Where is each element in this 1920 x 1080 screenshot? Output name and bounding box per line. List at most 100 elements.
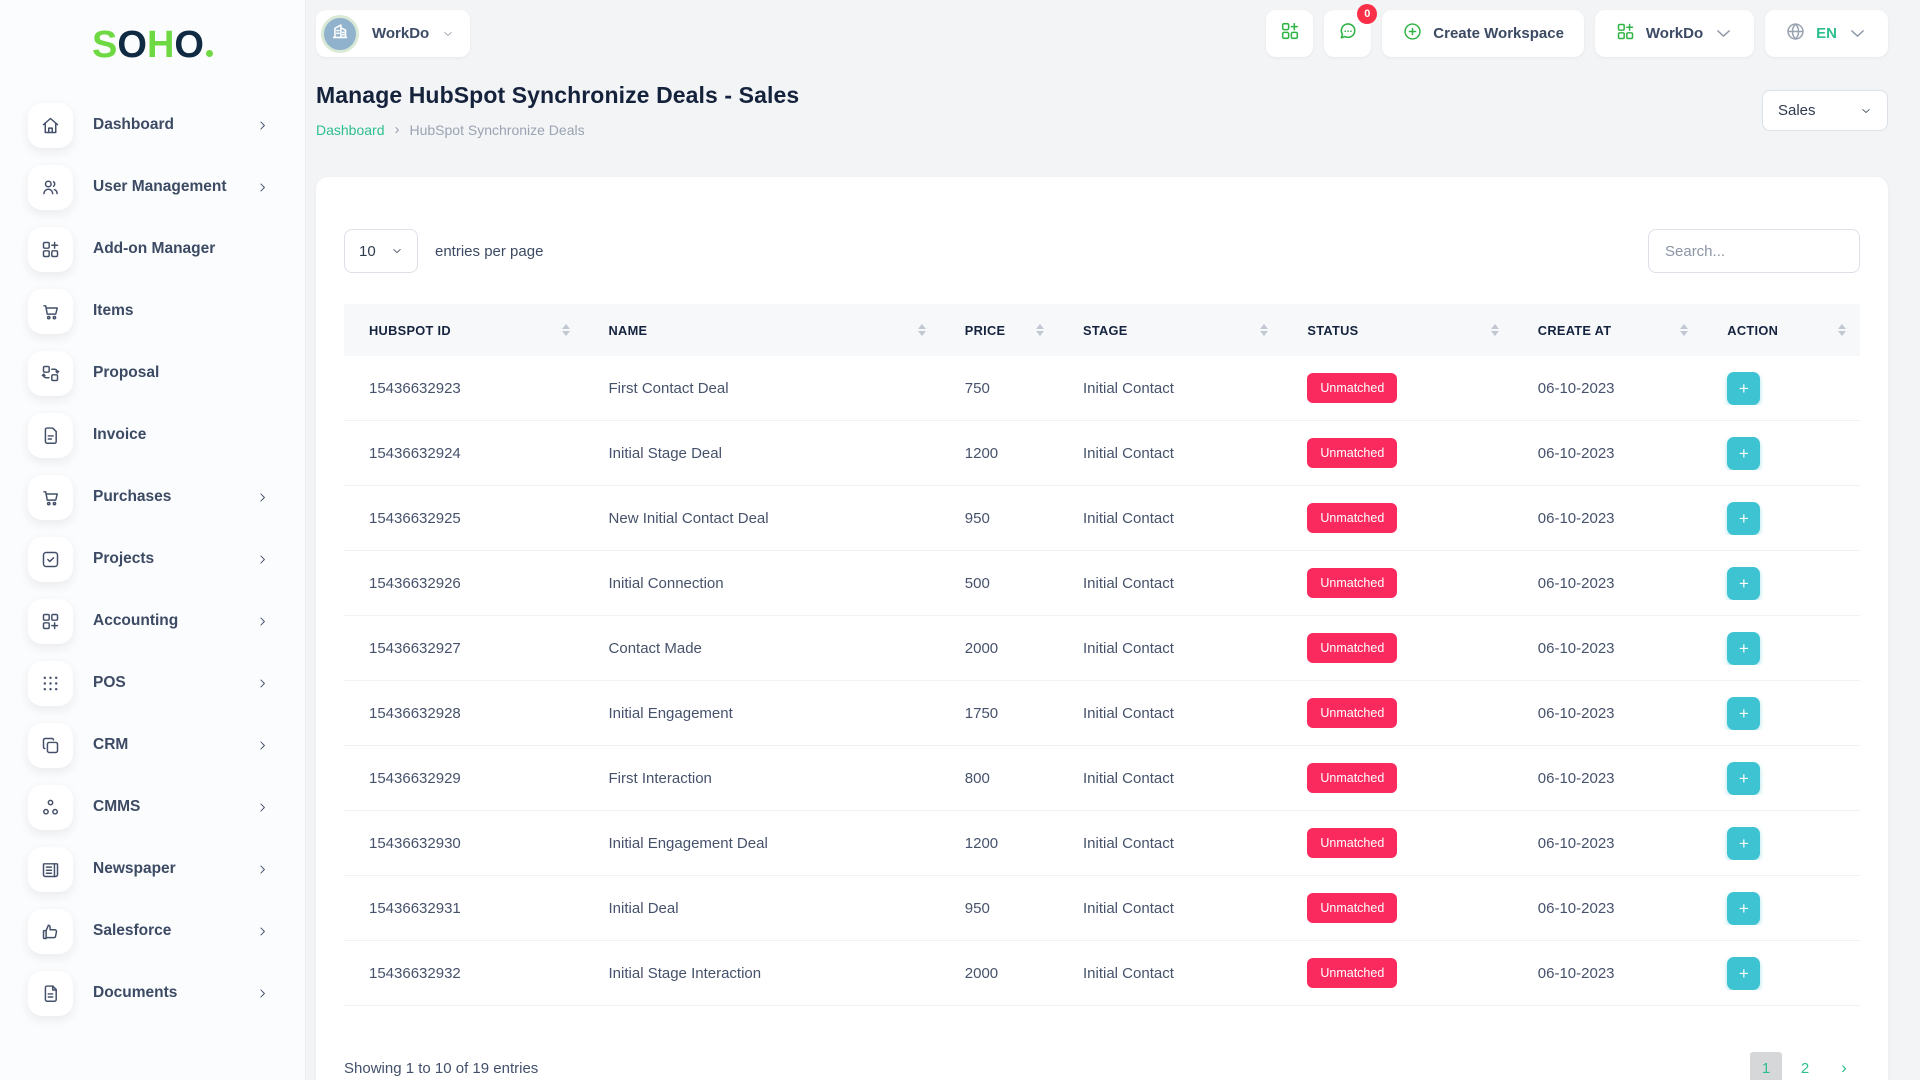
- invoice-file-icon: [28, 413, 73, 458]
- table-header-row: HUBSPOT ID NAME PRICE STAGE STATUS CREAT…: [344, 304, 1860, 356]
- cell-action: +: [1702, 762, 1860, 795]
- chevron-down-icon: [1860, 105, 1872, 117]
- cell-price: 1200: [940, 445, 1058, 462]
- soho-logo: SOHO: [0, 0, 305, 82]
- cell-status: Unmatched: [1282, 763, 1512, 793]
- module-select[interactable]: Sales: [1762, 90, 1888, 131]
- table-row: 15436632925 New Initial Contact Deal 950…: [344, 486, 1860, 551]
- entries-per-page-select[interactable]: 10: [344, 229, 418, 273]
- sidebar-item[interactable]: Projects: [0, 528, 305, 590]
- cell-name: First Interaction: [584, 770, 940, 787]
- add-deal-button[interactable]: +: [1727, 632, 1760, 665]
- column-header-name[interactable]: NAME: [584, 323, 940, 338]
- column-header-price[interactable]: PRICE: [940, 323, 1058, 338]
- cell-create-at: 06-10-2023: [1513, 900, 1703, 917]
- sidebar-item-label: Salesforce: [93, 922, 256, 940]
- cell-name: Initial Engagement Deal: [584, 835, 940, 852]
- sidebar-item[interactable]: User Management: [0, 156, 305, 218]
- entries-summary: Showing 1 to 10 of 19 entries: [344, 1060, 538, 1077]
- sidebar-item-label: Add-on Manager: [93, 240, 256, 258]
- column-header-stage[interactable]: STAGE: [1058, 323, 1282, 338]
- logo-letter: O: [117, 26, 147, 64]
- sidebar-item[interactable]: Add-on Manager: [0, 218, 305, 280]
- plus-circle-icon: [1402, 21, 1423, 47]
- cart-icon: [28, 475, 73, 520]
- next-page-button[interactable]: ›: [1828, 1052, 1860, 1080]
- breadcrumb: Dashboard › HubSpot Synchronize Deals: [316, 121, 799, 138]
- create-workspace-button[interactable]: Create Workspace: [1382, 10, 1584, 57]
- status-badge: Unmatched: [1307, 958, 1397, 988]
- status-badge: Unmatched: [1307, 503, 1397, 533]
- status-badge: Unmatched: [1307, 568, 1397, 598]
- language-dropdown[interactable]: EN: [1765, 10, 1888, 57]
- cell-name: Initial Connection: [584, 575, 940, 592]
- column-header-action[interactable]: ACTION: [1702, 323, 1860, 338]
- sidebar-item[interactable]: Items: [0, 280, 305, 342]
- page-button-1[interactable]: 1: [1750, 1052, 1782, 1080]
- add-deal-button[interactable]: +: [1727, 827, 1760, 860]
- cell-name: Initial Deal: [584, 900, 940, 917]
- sidebar-item[interactable]: CMMS: [0, 776, 305, 838]
- sidebar-item[interactable]: Dashboard: [0, 94, 305, 156]
- deals-card: 10 entries per page HUBSPOT ID NAME PRIC…: [316, 177, 1888, 1080]
- column-header-create-at[interactable]: CREATE AT: [1513, 323, 1703, 338]
- column-header-status[interactable]: STATUS: [1282, 323, 1512, 338]
- table-footer: Showing 1 to 10 of 19 entries 1 2 ›: [344, 1052, 1860, 1080]
- cell-name: Initial Stage Deal: [584, 445, 940, 462]
- sidebar-item[interactable]: Invoice: [0, 404, 305, 466]
- add-deal-button[interactable]: +: [1727, 567, 1760, 600]
- add-deal-button[interactable]: +: [1727, 437, 1760, 470]
- home-icon: [28, 103, 73, 148]
- chevron-right-icon: [256, 925, 269, 938]
- add-deal-button[interactable]: +: [1727, 762, 1760, 795]
- add-deal-button[interactable]: +: [1727, 697, 1760, 730]
- sidebar-item[interactable]: Purchases: [0, 466, 305, 528]
- cell-create-at: 06-10-2023: [1513, 770, 1703, 787]
- cell-action: +: [1702, 697, 1860, 730]
- cell-stage: Initial Contact: [1058, 640, 1282, 657]
- add-deal-button[interactable]: +: [1727, 957, 1760, 990]
- add-deal-button[interactable]: +: [1727, 372, 1760, 405]
- grid-plus-icon: [28, 227, 73, 272]
- topbar: WorkDo 0 Create Workspace WorkDo E: [316, 10, 1888, 57]
- sort-icon: [1036, 324, 1044, 337]
- chevron-right-icon: [256, 863, 269, 876]
- workspace-name: WorkDo: [372, 25, 429, 42]
- sidebar-item[interactable]: Newspaper: [0, 838, 305, 900]
- sidebar-item[interactable]: POS: [0, 652, 305, 714]
- chevron-right-icon: [256, 615, 269, 628]
- workspace-switcher[interactable]: WorkDo: [316, 10, 470, 57]
- sidebar-item[interactable]: CRM: [0, 714, 305, 776]
- status-badge: Unmatched: [1307, 763, 1397, 793]
- table-row: 15436632928 Initial Engagement 1750 Init…: [344, 681, 1860, 746]
- table-body: 15436632923 First Contact Deal 750 Initi…: [344, 356, 1860, 1006]
- cell-hubspot-id: 15436632923: [344, 380, 584, 397]
- cart-icon: [28, 289, 73, 334]
- apps-button[interactable]: [1266, 10, 1313, 57]
- sidebar-item[interactable]: Documents: [0, 962, 305, 1024]
- messages-button[interactable]: 0: [1324, 10, 1371, 57]
- breadcrumb-dashboard-link[interactable]: Dashboard: [316, 122, 385, 138]
- sidebar-item[interactable]: Salesforce: [0, 900, 305, 962]
- sidebar-item-label: Proposal: [93, 364, 256, 382]
- add-deal-button[interactable]: +: [1727, 892, 1760, 925]
- add-deal-button[interactable]: +: [1727, 502, 1760, 535]
- cell-name: New Initial Contact Deal: [584, 510, 940, 527]
- grid-add-icon: [28, 599, 73, 644]
- table-row: 15436632929 First Interaction 800 Initia…: [344, 746, 1860, 811]
- column-header-hubspot-id[interactable]: HUBSPOT ID: [344, 323, 584, 338]
- sidebar-item-label: Newspaper: [93, 860, 256, 878]
- page-button-2[interactable]: 2: [1789, 1052, 1821, 1080]
- status-badge: Unmatched: [1307, 698, 1397, 728]
- sidebar-item[interactable]: Proposal: [0, 342, 305, 404]
- chevron-right-icon: [256, 987, 269, 1000]
- search-input[interactable]: [1648, 229, 1860, 273]
- cell-stage: Initial Contact: [1058, 575, 1282, 592]
- cell-create-at: 06-10-2023: [1513, 445, 1703, 462]
- sidebar-item-label: CRM: [93, 736, 256, 754]
- cell-action: +: [1702, 957, 1860, 990]
- workdo-apps-dropdown[interactable]: WorkDo: [1595, 10, 1754, 57]
- cell-action: +: [1702, 502, 1860, 535]
- sidebar-item[interactable]: Accounting: [0, 590, 305, 652]
- chevron-right-icon: [256, 739, 269, 752]
